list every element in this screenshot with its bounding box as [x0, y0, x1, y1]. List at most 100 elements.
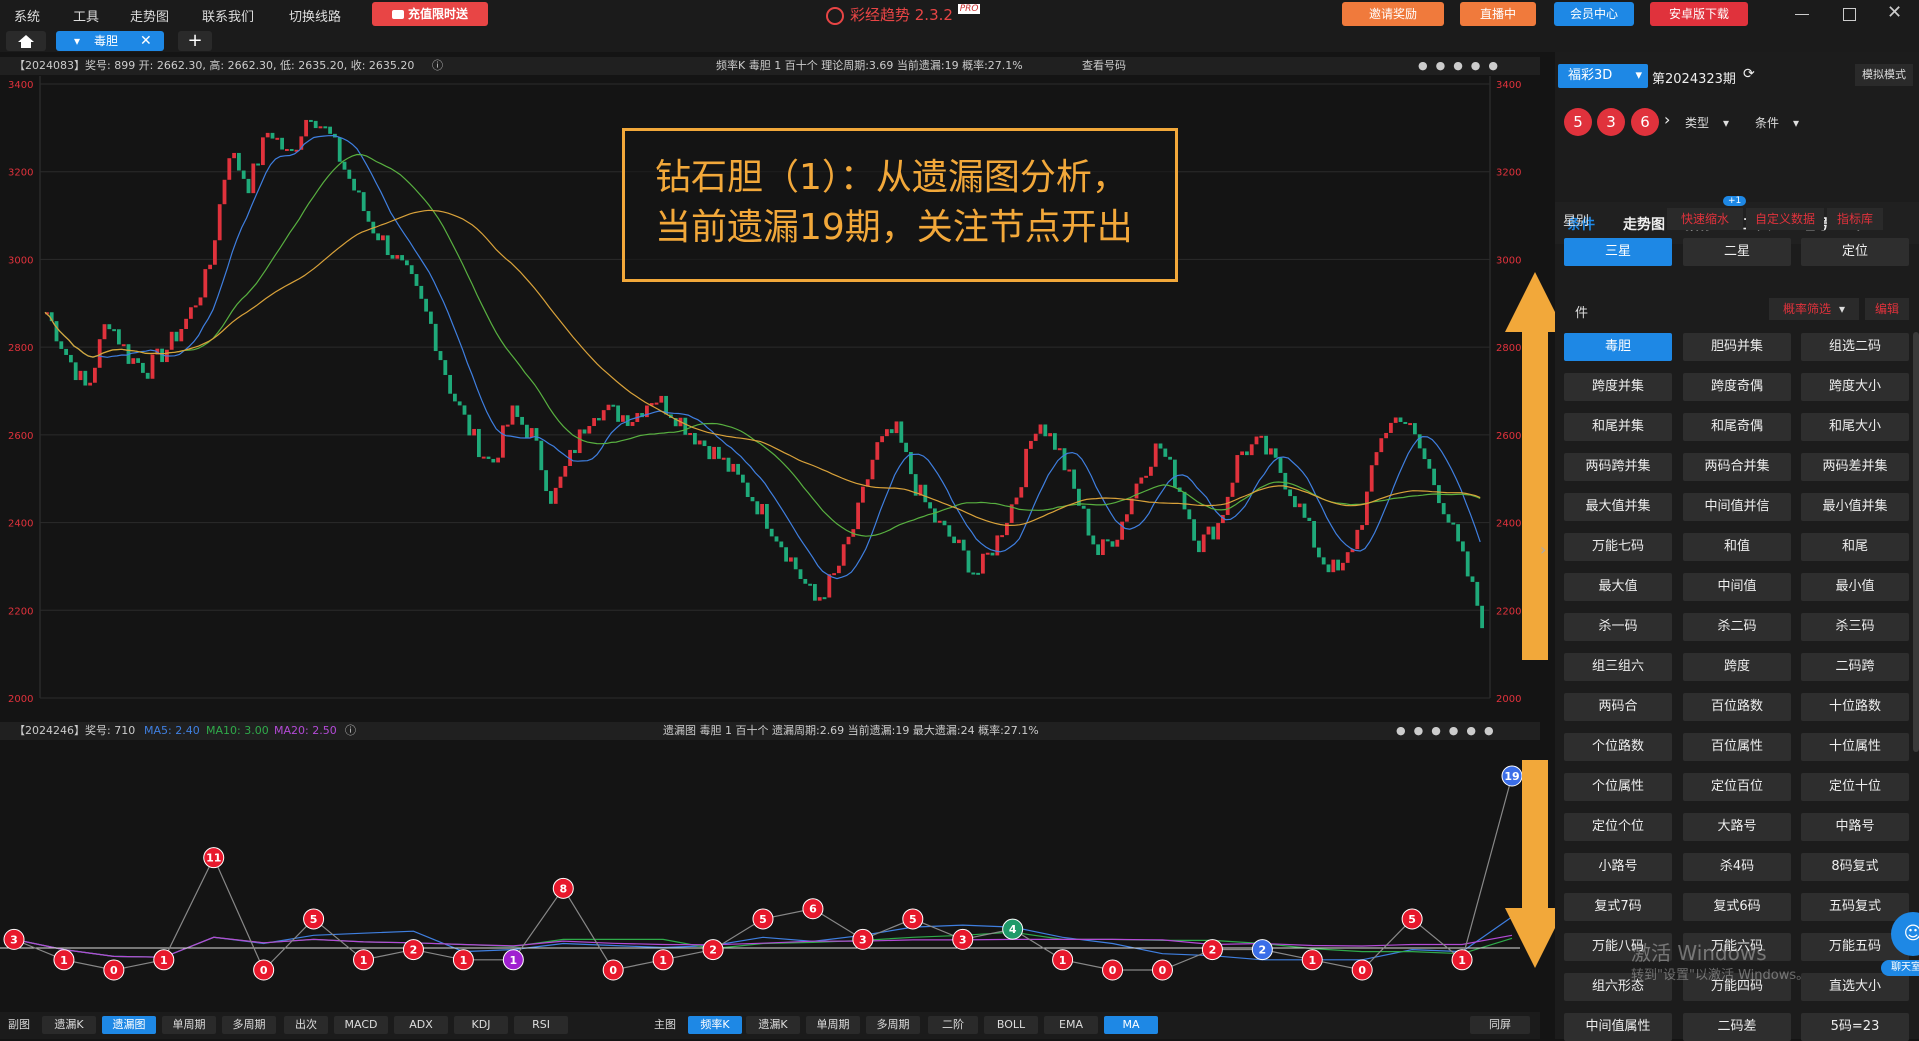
condition-item[interactable]: 两码合并集	[1683, 453, 1791, 481]
invite-button[interactable]: 邀请奖励	[1342, 2, 1444, 26]
subchart-btn-7[interactable]: ADX	[394, 1016, 448, 1034]
lookup-numbers-link[interactable]: 查看号码	[1082, 57, 1126, 75]
mainchart-btn-4[interactable]: 多周期	[866, 1016, 920, 1034]
restore-icon[interactable]	[1843, 8, 1856, 21]
subchart-btn-5[interactable]: 出次	[284, 1016, 328, 1034]
condition-item[interactable]: 两码跨并集	[1564, 453, 1672, 481]
condition-item[interactable]: 胆码并集	[1683, 333, 1791, 361]
subchart-btn-9[interactable]: RSI	[514, 1016, 568, 1034]
condition-item[interactable]: 跨度大小	[1801, 373, 1909, 401]
menu-tools[interactable]: 工具	[73, 6, 99, 25]
condition-item[interactable]: 定位十位	[1801, 773, 1909, 801]
condition-item[interactable]: 中间值	[1683, 573, 1791, 601]
condition-item[interactable]: 最小值并集	[1801, 493, 1909, 521]
home-button[interactable]	[6, 31, 46, 51]
chevron-right-icon[interactable]: ›	[1664, 110, 1670, 129]
menu-switch-line[interactable]: 切换线路	[289, 6, 341, 25]
condition-item[interactable]: 百位属性	[1683, 733, 1791, 761]
subchart-btn-6[interactable]: MACD	[334, 1016, 388, 1034]
close-icon[interactable]: ✕	[1887, 2, 1902, 23]
same-screen-button[interactable]: 同屏	[1470, 1016, 1530, 1034]
condition-item[interactable]: 组选二码	[1801, 333, 1909, 361]
condition-item[interactable]: 五码复式	[1801, 893, 1909, 921]
add-tab-button[interactable]: +	[178, 31, 212, 51]
refresh-icon[interactable]: ⟳	[1743, 66, 1755, 82]
condition-select[interactable]: 条件 ▾	[1755, 112, 1815, 134]
tab-trend[interactable]: 走势图	[1623, 214, 1665, 234]
mainchart-btn-1[interactable]: 频率K	[688, 1016, 742, 1034]
menu-trend[interactable]: 走势图	[130, 6, 169, 25]
edit-button[interactable]: 编辑	[1865, 298, 1909, 320]
mainchart-btn-2[interactable]: 遗漏K	[746, 1016, 800, 1034]
condition-item[interactable]: 杀二码	[1683, 613, 1791, 641]
mainchart-btn-3[interactable]: 单周期	[806, 1016, 860, 1034]
chart-control-icons[interactable]: ●●●●●	[1418, 57, 1506, 75]
condition-item[interactable]: 二码跨	[1801, 653, 1909, 681]
type-select[interactable]: 类型 ▾	[1685, 112, 1745, 134]
condition-item[interactable]: 最大值	[1564, 573, 1672, 601]
condition-item[interactable]: 两码差并集	[1801, 453, 1909, 481]
condition-item[interactable]: 小路号	[1564, 853, 1672, 881]
subchart-btn-8[interactable]: KDJ	[454, 1016, 508, 1034]
mainchart-btn-7[interactable]: EMA	[1044, 1016, 1098, 1034]
subchart-btn-2[interactable]: 遗漏图	[102, 1016, 156, 1034]
condition-item[interactable]: 百位路数	[1683, 693, 1791, 721]
mainchart-btn-8[interactable]: MA	[1104, 1016, 1158, 1034]
condition-item[interactable]: 直选大小	[1801, 973, 1909, 1001]
condition-item[interactable]: 万能七码	[1564, 533, 1672, 561]
condition-item[interactable]: 和值	[1683, 533, 1791, 561]
lottery-select[interactable]: 福彩3D ▾	[1558, 64, 1648, 88]
subchart-btn-4[interactable]: 多周期	[222, 1016, 276, 1034]
condition-item[interactable]: 和尾并集	[1564, 413, 1672, 441]
condition-item[interactable]: 跨度	[1683, 653, 1791, 681]
sub-help-icon[interactable]: ⓘ	[345, 722, 356, 740]
promo-button[interactable]: 充值限时送	[372, 2, 488, 26]
condition-item[interactable]: 中间值属性	[1564, 1013, 1672, 1041]
prob-filter-button[interactable]: 概率筛选 ▾	[1769, 298, 1859, 320]
condition-item[interactable]: 两码合	[1564, 693, 1672, 721]
custom-data-button[interactable]: 自定义数据	[1746, 208, 1824, 230]
condition-item[interactable]: 大路号	[1683, 813, 1791, 841]
condition-item[interactable]: 和尾奇偶	[1683, 413, 1791, 441]
sub-chart-control-icons[interactable]: ●●●●●●	[1396, 722, 1502, 740]
mock-mode-button[interactable]: 模拟模式	[1855, 64, 1913, 86]
condition-item[interactable]: 定位个位	[1564, 813, 1672, 841]
minimize-icon[interactable]	[1795, 14, 1809, 15]
condition-item[interactable]: 8码复式	[1801, 853, 1909, 881]
condition-item[interactable]: 杀4码	[1683, 853, 1791, 881]
condition-item[interactable]: 中间值并信	[1683, 493, 1791, 521]
condition-item[interactable]: 杀一码	[1564, 613, 1672, 641]
condition-item[interactable]: 和尾	[1801, 533, 1909, 561]
indicator-lib-button[interactable]: 指标库	[1827, 208, 1883, 230]
condition-item[interactable]: 杀三码	[1801, 613, 1909, 641]
help-icon[interactable]: ⓘ	[432, 57, 443, 75]
condition-item[interactable]: 组三组六	[1564, 653, 1672, 681]
condition-item[interactable]: 复式7码	[1564, 893, 1672, 921]
condition-item[interactable]: 复式6码	[1683, 893, 1791, 921]
member-center-button[interactable]: 会员中心	[1554, 2, 1634, 26]
condition-item[interactable]: 跨度并集	[1564, 373, 1672, 401]
tab-close-icon[interactable]: ✕	[140, 31, 152, 51]
condition-item[interactable]: 最大值并集	[1564, 493, 1672, 521]
quick-shrink-button[interactable]: 快速缩水	[1667, 208, 1743, 230]
condition-item[interactable]: 个位路数	[1564, 733, 1672, 761]
omission-chart[interactable]: 31011105121 1801256353410 02 2105119	[0, 740, 1540, 1010]
mainchart-btn-6[interactable]: BOLL	[984, 1016, 1038, 1034]
star-two[interactable]: 二星	[1683, 238, 1791, 266]
condition-item[interactable]: 中路号	[1801, 813, 1909, 841]
condition-item[interactable]: 最小值	[1801, 573, 1909, 601]
condition-item[interactable]: 和尾大小	[1801, 413, 1909, 441]
condition-item[interactable]: 二码差	[1683, 1013, 1791, 1041]
menu-contact[interactable]: 联系我们	[202, 6, 254, 25]
subchart-btn-3[interactable]: 单周期	[162, 1016, 216, 1034]
chat-room-label[interactable]: 聊天室	[1881, 960, 1919, 976]
subchart-btn-1[interactable]: 遗漏K	[42, 1016, 96, 1034]
star-position[interactable]: 定位	[1801, 238, 1909, 266]
condition-item[interactable]: 定位百位	[1683, 773, 1791, 801]
live-button[interactable]: 直播中	[1460, 2, 1536, 26]
right-scrollbar[interactable]	[1913, 332, 1919, 752]
condition-item[interactable]: 个位属性	[1564, 773, 1672, 801]
condition-item[interactable]: 十位属性	[1801, 733, 1909, 761]
mainchart-btn-5[interactable]: 二阶	[928, 1016, 978, 1034]
condition-item[interactable]: 毒胆	[1564, 333, 1672, 361]
